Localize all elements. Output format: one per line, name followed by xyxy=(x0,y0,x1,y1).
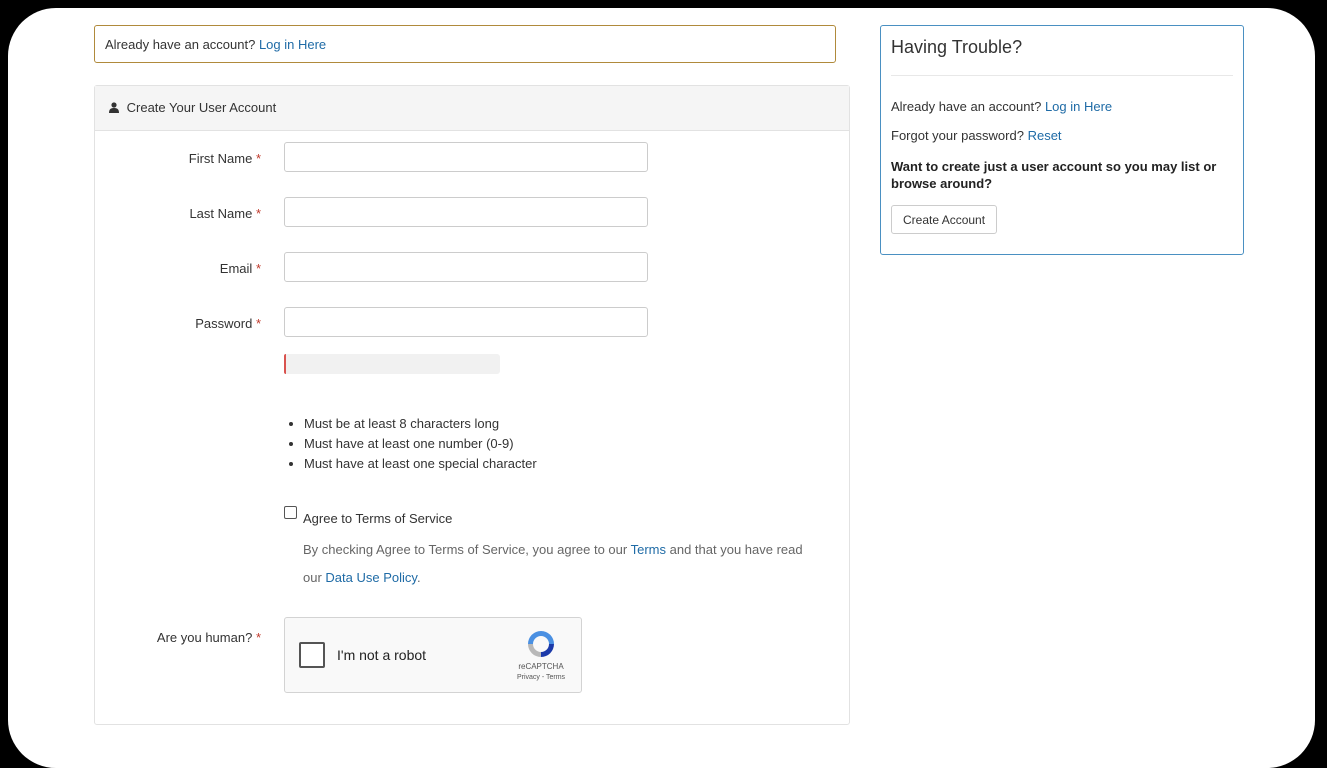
password-rules-list: Must be at least 8 characters long Must … xyxy=(284,414,537,474)
required-marker: * xyxy=(255,151,261,166)
sidebar-title: Having Trouble? xyxy=(891,26,1233,76)
recaptcha-label: I'm not a robot xyxy=(337,647,427,663)
tos-help-text: By checking Agree to Terms of Service, y… xyxy=(303,536,823,592)
password-strength-fill xyxy=(284,354,287,374)
user-icon xyxy=(109,102,119,113)
password-rule: Must be at least 8 characters long xyxy=(304,414,537,434)
required-marker: * xyxy=(255,630,261,645)
last-name-input[interactable] xyxy=(284,197,648,227)
password-label: Password * xyxy=(95,316,261,331)
sidebar-create-prompt: Want to create just a user account so yo… xyxy=(891,159,1217,191)
sidebar-forgot-line: Forgot your password? Reset xyxy=(891,128,1062,143)
password-input[interactable] xyxy=(284,307,648,337)
sidebar-account-line: Already have an account? Log in Here xyxy=(891,99,1112,114)
login-bar-text: Already have an account? xyxy=(105,37,256,52)
page-frame: Already have an account? Log in Here Cre… xyxy=(8,8,1315,768)
login-bar: Already have an account? Log in Here xyxy=(94,25,836,63)
human-label-text: Are you human? xyxy=(156,630,253,645)
help-sidebar: Having Trouble? Already have an account?… xyxy=(880,25,1244,255)
first-name-label: First Name * xyxy=(95,151,261,166)
first-name-input[interactable] xyxy=(284,142,648,172)
email-label: Email * xyxy=(95,261,261,276)
data-use-policy-link[interactable]: Data Use Policy xyxy=(325,570,417,585)
tos-help-suffix: . xyxy=(416,570,421,585)
recaptcha-brand: reCAPTCHA xyxy=(518,662,564,671)
recaptcha-logo-icon xyxy=(528,631,554,657)
human-label: Are you human? * xyxy=(95,630,261,645)
required-marker: * xyxy=(255,206,261,221)
required-marker: * xyxy=(255,261,261,276)
sidebar-forgot-text: Forgot your password? xyxy=(891,128,1024,143)
password-rule: Must have at least one special character xyxy=(304,454,537,474)
password-strength-meter xyxy=(284,354,500,374)
login-link[interactable]: Log in Here xyxy=(259,37,326,52)
panel-title: Create Your User Account xyxy=(126,100,277,115)
last-name-label: Last Name * xyxy=(95,206,261,221)
email-label-text: Email xyxy=(219,261,253,276)
create-account-button[interactable]: Create Account xyxy=(891,205,998,234)
password-label-text: Password xyxy=(195,316,253,331)
tos-label: Agree to Terms of Service xyxy=(303,511,453,526)
reset-password-link[interactable]: Reset xyxy=(1028,128,1062,143)
tos-help-prefix: By checking Agree to Terms of Service, y… xyxy=(303,542,628,557)
first-name-label-text: First Name xyxy=(188,151,253,166)
sidebar-login-link[interactable]: Log in Here xyxy=(1045,99,1112,114)
terms-link[interactable]: Terms xyxy=(631,542,666,557)
last-name-label-text: Last Name xyxy=(189,206,253,221)
password-rule: Must have at least one number (0-9) xyxy=(304,434,537,454)
sidebar-account-text: Already have an account? xyxy=(891,99,1042,114)
recaptcha-widget: I'm not a robot reCAPTCHA Privacy - Term… xyxy=(284,617,582,693)
recaptcha-checkbox[interactable] xyxy=(299,642,325,668)
recaptcha-links[interactable]: Privacy - Terms xyxy=(505,674,577,681)
create-account-panel: Create Your User Account First Name * La… xyxy=(94,85,850,725)
required-marker: * xyxy=(255,316,261,331)
tos-checkbox[interactable] xyxy=(284,506,297,519)
email-input[interactable] xyxy=(284,252,648,282)
panel-header: Create Your User Account xyxy=(95,86,849,131)
